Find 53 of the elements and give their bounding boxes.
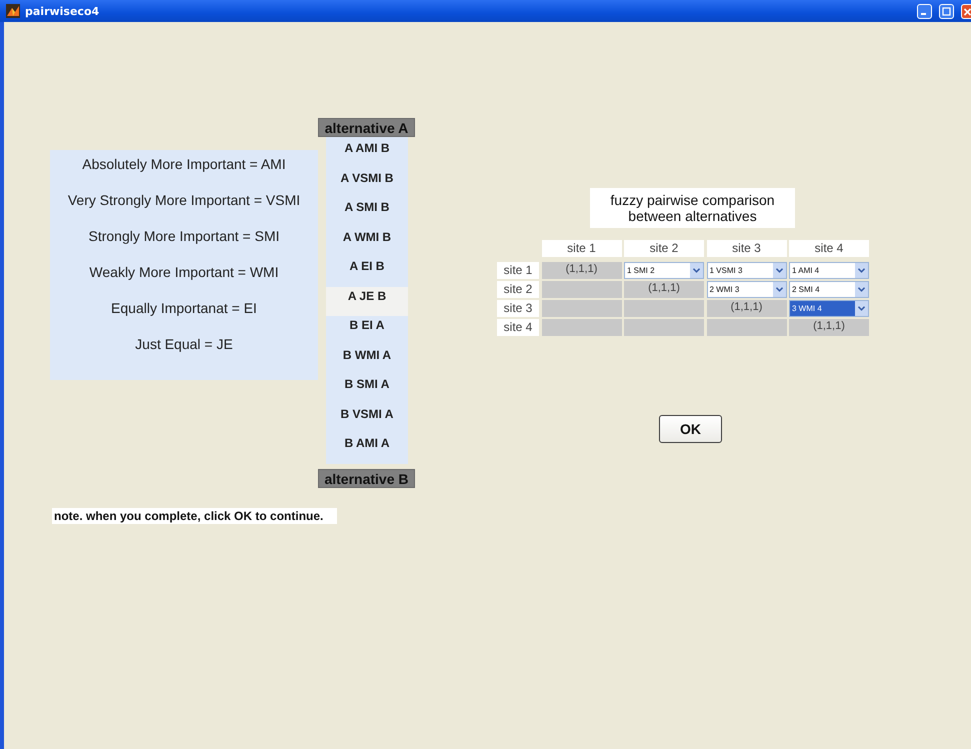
rating-dropdown[interactable]: 2 WMI 3	[706, 281, 786, 298]
list-item[interactable]: A WMI B	[326, 228, 408, 257]
legend-text: Absolutely More Important = AMI	[82, 156, 286, 174]
row-header: site 1	[497, 262, 539, 279]
alternative-b-label: alternative B	[318, 469, 415, 488]
list-item[interactable]: B WMI A	[326, 346, 408, 375]
list-item[interactable]: A JE B	[326, 286, 408, 316]
row-header: site 3	[497, 300, 539, 317]
rating-dropdown[interactable]: 1 VSMI 3	[706, 262, 786, 279]
close-icon[interactable]	[961, 4, 971, 18]
title-line: fuzzy pairwise comparison	[610, 192, 775, 208]
list-item[interactable]: B SMI A	[326, 375, 408, 404]
rating-dropdown[interactable]: 1 SMI 2	[624, 262, 704, 279]
comparison-listbox[interactable]: A AMI B A VSMI B A SMI B A WMI B A EI B A JE B B EI A B WMI A B SMI A B VSMI A B AMI A	[326, 137, 408, 464]
legend-text: Weakly More Important = WMI	[89, 264, 279, 282]
legend-text: Equally Importanat = EI	[111, 300, 257, 318]
list-item[interactable]: A SMI B	[326, 198, 408, 228]
list-item[interactable]: A VSMI B	[326, 168, 408, 198]
table-cell: (1,1,1)	[542, 262, 622, 279]
list-item[interactable]: A AMI B	[326, 139, 408, 168]
chevron-down-icon	[693, 268, 700, 273]
legend-text: Strongly More Important = SMI	[88, 228, 280, 246]
column-header: site 3	[706, 240, 786, 257]
title-line: between alternatives	[628, 208, 757, 224]
row-header: site 2	[497, 281, 539, 298]
table-cell: (1,1,1)	[624, 281, 704, 298]
table-cell: (1,1,1)	[706, 300, 786, 317]
maximize-icon[interactable]	[939, 4, 954, 18]
row-header: site 4	[497, 319, 539, 336]
alternative-a-label: alternative A	[318, 118, 415, 137]
legend-text: Very Strongly More Important = VSMI	[68, 192, 300, 210]
chevron-down-icon	[776, 268, 782, 273]
chevron-down-icon	[776, 287, 782, 292]
table-cell: (1,1,1)	[789, 319, 869, 336]
chevron-down-icon	[858, 306, 865, 311]
list-item[interactable]: B AMI A	[326, 434, 408, 464]
column-header: site 1	[542, 240, 622, 257]
instruction-note: note. when you complete, click OK to continue.	[52, 508, 338, 524]
legend-text: Just Equal = JE	[135, 336, 233, 354]
column-header: site 4	[789, 240, 869, 257]
rating-dropdown[interactable]: 1 AMI 4	[789, 262, 869, 279]
column-header: site 2	[624, 240, 704, 257]
rating-dropdown[interactable]: 2 SMI 4	[789, 281, 869, 298]
minimize-icon[interactable]	[917, 4, 932, 18]
list-item[interactable]: B VSMI A	[326, 404, 408, 434]
chevron-down-icon	[858, 287, 865, 292]
app-icon	[6, 4, 20, 18]
rating-dropdown[interactable]: 3 WMI 4	[789, 300, 869, 317]
chevron-down-icon	[858, 268, 865, 273]
window-title: pairwiseco4	[25, 4, 100, 18]
ok-button[interactable]: OK	[659, 415, 722, 443]
list-item[interactable]: A EI B	[326, 257, 408, 286]
list-item[interactable]: B EI A	[326, 316, 408, 346]
